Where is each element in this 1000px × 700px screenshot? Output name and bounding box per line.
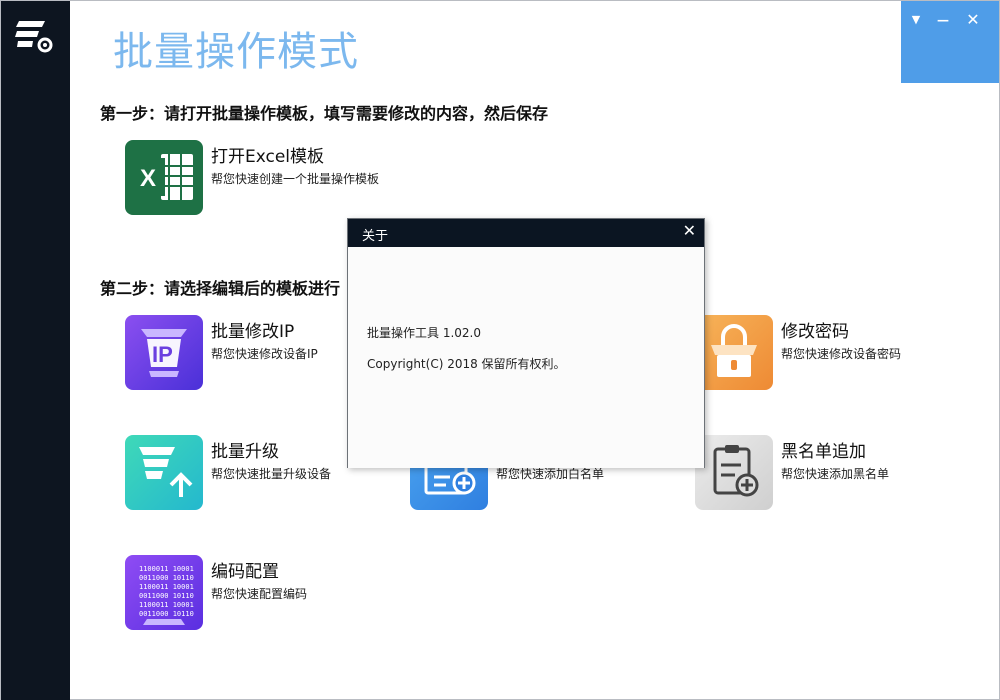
svg-text:0011000 10110: 0011000 10110	[139, 574, 194, 582]
step2-heading: 第二步：请选择编辑后的模板进行	[100, 279, 341, 298]
dialog-header: 关于 ✕	[348, 219, 704, 247]
step1-heading: 第一步：请打开批量操作模板，填写需要修改的内容，然后保存	[100, 104, 549, 123]
settings-logo-icon[interactable]	[15, 19, 55, 55]
modify-password-card[interactable]: 修改密码 帮您快速修改设备密码	[695, 315, 965, 395]
minimize-icon[interactable]: —	[932, 9, 954, 31]
card-name: 编码配置	[211, 562, 279, 582]
dialog-close-icon[interactable]: ✕	[683, 221, 696, 240]
dialog-title: 关于	[362, 229, 389, 244]
excel-icon[interactable]: X	[125, 140, 203, 215]
card-desc: 帮您快速创建一个批量操作模板	[211, 172, 380, 186]
copyright-text: Copyright(C) 2018 保留所有权利。	[367, 357, 566, 371]
svg-text:1100011 10001: 1100011 10001	[139, 583, 194, 591]
product-version: 批量操作工具 1.02.0	[367, 326, 481, 340]
svg-text:X: X	[140, 165, 156, 192]
card-desc: 帮您快速修改设备IP	[211, 347, 318, 361]
dropdown-icon[interactable]: ▼	[905, 9, 927, 31]
app-window: 批量操作模式 ▼ — ✕ 第一步：请打开批量操作模板，填写需要修改的内容，然后保…	[0, 0, 1000, 700]
card-name: 批量修改IP	[211, 322, 295, 342]
card-desc: 帮您快速修改设备密码	[781, 347, 902, 361]
card-desc: 帮您快速配置编码	[211, 587, 308, 601]
page-title: 批量操作模式	[113, 29, 359, 75]
encoding-config-card[interactable]: 1100011 10001 0011000 10110 1100011 1000…	[125, 555, 395, 635]
ip-icon[interactable]: IP	[125, 315, 203, 390]
svg-text:0011000 10110: 0011000 10110	[139, 592, 194, 600]
card-desc: 帮您快速批量升级设备	[211, 467, 332, 481]
binary-code-icon[interactable]: 1100011 10001 0011000 10110 1100011 1000…	[125, 555, 203, 630]
svg-text:1100011 10001: 1100011 10001	[139, 601, 194, 609]
window-controls: ▼ — ✕	[901, 1, 999, 83]
card-name: 修改密码	[781, 322, 849, 342]
lock-icon[interactable]	[695, 315, 773, 390]
blacklist-add-card[interactable]: 黑名单追加 帮您快速添加黑名单	[695, 435, 965, 515]
upgrade-icon[interactable]	[125, 435, 203, 510]
svg-text:1100011 10001: 1100011 10001	[139, 565, 194, 573]
blacklist-icon[interactable]	[695, 435, 773, 510]
card-desc: 帮您快速添加黑名单	[781, 467, 890, 481]
about-dialog: 关于 ✕ 批量操作工具 1.02.0 Copyright(C) 2018 保留所…	[347, 218, 705, 468]
dialog-body: 批量操作工具 1.02.0 Copyright(C) 2018 保留所有权利。	[348, 247, 704, 468]
sidebar	[1, 1, 70, 700]
card-name: 批量升级	[211, 442, 279, 462]
card-name: 黑名单追加	[781, 442, 866, 462]
svg-text:IP: IP	[152, 342, 173, 367]
close-icon[interactable]: ✕	[962, 9, 984, 31]
open-excel-template-card[interactable]: X 打开Excel模板 帮您快速创建一个批量操作模板	[125, 140, 395, 220]
svg-text:0011000 10110: 0011000 10110	[139, 610, 194, 618]
card-name: 打开Excel模板	[211, 147, 325, 167]
